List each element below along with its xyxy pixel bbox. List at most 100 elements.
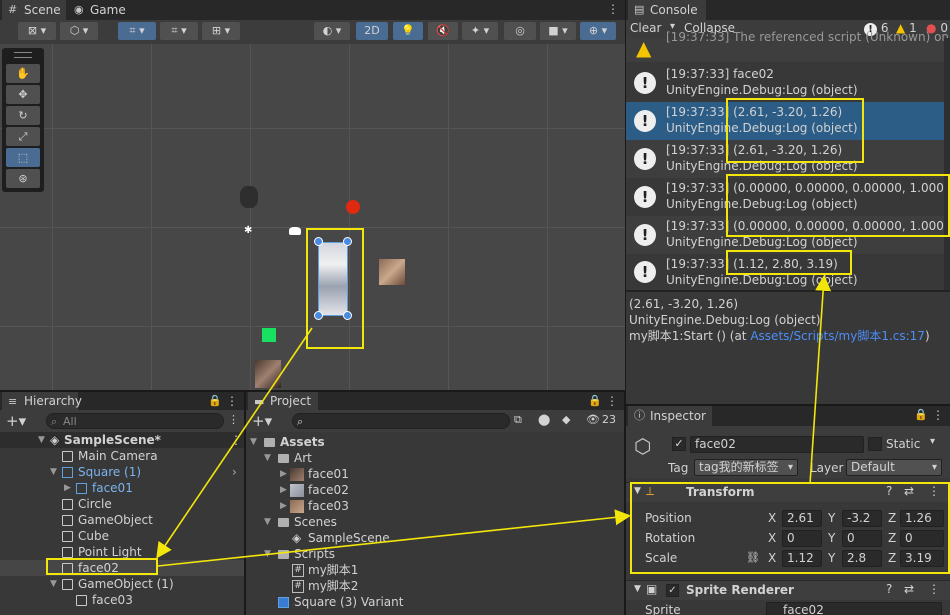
green-square-object[interactable] [262, 328, 276, 342]
tree-item[interactable]: face03 [0, 592, 244, 608]
sprite-field[interactable]: face02 [766, 602, 942, 615]
expand-arrow-icon[interactable]: ▼ [264, 546, 271, 562]
expand-arrow-icon[interactable]: ▶ [280, 498, 287, 514]
tree-item[interactable]: Circle [0, 496, 244, 512]
grid-toggle-button[interactable]: ⌗ ▾ [160, 22, 198, 40]
enabled-checkbox[interactable]: ✓ [666, 584, 679, 597]
expand-arrow-icon[interactable]: ▶ [280, 466, 287, 482]
static-dropdown-icon[interactable]: ▾ [930, 436, 935, 447]
expand-arrow-icon[interactable]: ▼ [50, 576, 57, 592]
tree-item[interactable]: # my脚本1 [246, 562, 624, 578]
chevron-right-icon[interactable]: › [232, 464, 237, 480]
console-scrollbar[interactable] [944, 38, 950, 290]
search-options-icon[interactable]: ⧉ [514, 413, 522, 427]
tree-item[interactable]: ◈ SampleScene [246, 530, 624, 546]
tree-item[interactable]: ▼ Scripts [246, 546, 624, 562]
tree-item[interactable]: Main Camera [0, 448, 244, 464]
camera-gizmo-icon[interactable] [289, 227, 301, 235]
draw-mode-button[interactable]: ⊠ ▾ [18, 22, 56, 40]
active-checkbox[interactable]: ✓ [672, 437, 686, 451]
tree-item[interactable]: ▶ face02 [246, 482, 624, 498]
sprite-renderer-header[interactable]: ▼ ▣ ✓ Sprite Renderer ? ⇄ ⋮ [626, 580, 950, 600]
camera-button[interactable]: ■ ▾ [540, 22, 576, 40]
lock-icon[interactable]: 🔒 [588, 394, 602, 407]
lock-icon[interactable]: 🔒 [914, 408, 928, 421]
expand-arrow-icon[interactable]: ▼ [38, 432, 45, 448]
tree-item-scene[interactable]: ▼ ◈ SampleScene* ⋮ [0, 432, 244, 448]
project-menu-icon[interactable]: ⋮ [606, 394, 618, 408]
tree-item[interactable]: ▼ Square (1) › [0, 464, 244, 480]
expand-arrow-icon[interactable]: ▶ [64, 480, 71, 496]
dark-blob-object[interactable] [240, 186, 258, 208]
object-name-input[interactable]: face02 [690, 436, 864, 453]
scale-tool-icon[interactable]: ⤢ [6, 127, 40, 146]
hand-tool-icon[interactable]: ✋ [6, 64, 40, 83]
gizmos-button[interactable]: ⊕ ▾ [580, 22, 616, 40]
tab-hierarchy[interactable]: ≡ Hierarchy [2, 392, 82, 410]
hierarchy-menu-icon[interactable]: ⋮ [226, 394, 238, 408]
project-search-input[interactable]: ⌕ [292, 413, 510, 429]
grid-snap-button[interactable]: ⌗ ▾ [118, 22, 156, 40]
add-icon[interactable]: +▾ [6, 412, 26, 430]
presets-icon[interactable]: ⇄ [904, 582, 914, 596]
layer-dropdown[interactable]: Default ▾ [846, 459, 942, 476]
log-entry[interactable]: ! [19:37:33] face02 UnityEngine.Debug:Lo… [626, 64, 950, 102]
visibility-button[interactable]: ◎ [504, 22, 536, 40]
component-menu-icon[interactable]: ⋮ [928, 582, 940, 596]
expand-arrow-icon[interactable]: ▶ [280, 482, 287, 498]
console-divider[interactable] [626, 290, 950, 292]
rect-tool-icon[interactable]: ⬚ [6, 148, 40, 167]
tab-project[interactable]: ▬ Project [248, 392, 318, 410]
log-entry-warning[interactable]: ▲ [19:37:33] The referenced script (Unkn… [626, 30, 950, 62]
tab-inspector[interactable]: ⓘ Inspector [628, 406, 712, 426]
tree-item[interactable]: ▶ face01 [0, 480, 244, 496]
render-mode-button[interactable]: ⬡ ▾ [60, 22, 98, 40]
hidden-packages-icon[interactable]: 👁 [586, 413, 600, 426]
static-checkbox[interactable] [868, 437, 882, 451]
shading-button[interactable]: ◐ ▾ [314, 22, 350, 40]
expand-arrow-icon[interactable]: ▼ [264, 450, 271, 466]
expand-arrow-icon[interactable]: ▼ [250, 434, 257, 450]
filter-type-icon[interactable]: ⬤ [538, 413, 550, 426]
light-gizmo-icon[interactable]: ✱ [244, 226, 254, 236]
face01-sprite[interactable] [255, 360, 281, 388]
tree-item[interactable]: ▶ face03 [246, 498, 624, 514]
tag-dropdown[interactable]: tag我的新标签 ▾ [694, 459, 798, 476]
scene-menu-icon[interactable]: ⋮ [607, 2, 619, 16]
inspector-menu-icon[interactable]: ⋮ [932, 408, 944, 422]
tab-game[interactable]: ◉ Game [68, 0, 138, 20]
tree-item[interactable]: # my脚本2 [246, 578, 624, 594]
expand-arrow-icon[interactable]: ▼ [50, 464, 57, 480]
tree-item[interactable]: Cube [0, 528, 244, 544]
help-icon[interactable]: ? [886, 582, 892, 596]
red-circle-object[interactable] [346, 200, 360, 214]
transform-tool-icon[interactable]: ⊛ [6, 169, 40, 188]
mode-2d-button[interactable]: 2D [356, 22, 388, 40]
tree-item[interactable]: ▼ Scenes [246, 514, 624, 530]
tree-item[interactable]: ▼ GameObject (1) [0, 576, 244, 592]
lock-icon[interactable]: 🔒 [208, 394, 222, 407]
audio-button[interactable]: 🔇 [428, 22, 458, 40]
tree-item[interactable]: ▼ Assets [246, 434, 624, 450]
foldout-arrow-icon[interactable]: ▼ [634, 584, 641, 594]
tree-item[interactable]: ▼ Art [246, 450, 624, 466]
move-tool-icon[interactable]: ✥ [6, 85, 40, 104]
clear-button[interactable]: Clear [630, 21, 661, 35]
tree-item[interactable]: Square (3) Variant [246, 594, 624, 610]
label-filter-icon[interactable]: ◆ [562, 413, 570, 426]
hierarchy-search-input[interactable]: ⌕ All [46, 413, 224, 429]
effects-button[interactable]: ✦ ▾ [462, 22, 498, 40]
increment-snap-button[interactable]: ⊞ ▾ [202, 22, 240, 40]
tree-item[interactable]: GameObject [0, 512, 244, 528]
scene-menu-icon[interactable]: ⋮ [230, 432, 242, 448]
rotate-tool-icon[interactable]: ↻ [6, 106, 40, 125]
expand-arrow-icon[interactable]: ▼ [264, 514, 271, 530]
tree-item[interactable]: ▶ face01 [246, 466, 624, 482]
search-options-icon[interactable]: ⋮ [228, 413, 239, 426]
stack-link[interactable]: Assets/Scripts/my脚本1.cs:17 [750, 329, 925, 343]
tab-scene[interactable]: # Scene [2, 0, 66, 20]
add-icon[interactable]: +▾ [252, 412, 272, 430]
face03-sprite[interactable] [379, 259, 405, 285]
tab-console[interactable]: ▤ Console [628, 0, 706, 20]
lighting-button[interactable]: 💡 [393, 22, 423, 40]
